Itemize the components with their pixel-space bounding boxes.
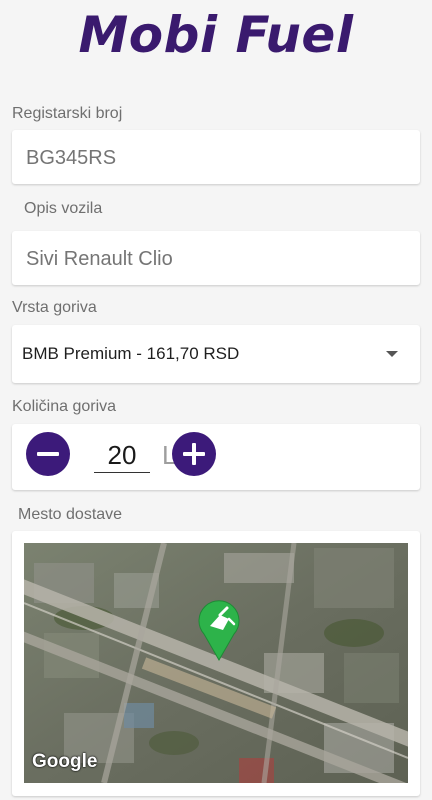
vehicle-description-card — [12, 231, 420, 287]
fuel-station-marker[interactable] — [196, 598, 242, 662]
fuel-quantity-label: Količina goriva — [12, 398, 117, 415]
registration-input[interactable] — [24, 130, 408, 186]
satellite-imagery — [24, 543, 408, 783]
delivery-map-card: Google — [12, 531, 420, 796]
decrease-quantity-button[interactable] — [26, 432, 70, 476]
app-title: Mobi Fuel — [78, 6, 354, 64]
fuel-quantity-card: 20 L — [12, 424, 420, 490]
increase-quantity-button[interactable] — [172, 432, 216, 476]
delivery-location-label: Mesto dostave — [18, 506, 123, 523]
registration-label: Registarski broj — [12, 105, 123, 122]
registration-field-card — [12, 130, 420, 186]
fuel-type-label: Vrsta goriva — [12, 299, 97, 316]
fuel-type-select[interactable]: BMB Premium - 161,70 RSD — [12, 325, 420, 383]
vehicle-description-input[interactable] — [24, 231, 408, 287]
plus-icon — [192, 443, 196, 465]
vehicle-description-label: Opis vozila — [24, 200, 103, 217]
google-attribution: Google — [32, 751, 98, 772]
quantity-value[interactable]: 20 — [94, 438, 150, 473]
minus-icon — [37, 452, 59, 456]
dropdown-arrow-icon — [386, 351, 398, 357]
delivery-map[interactable]: Google — [24, 543, 408, 783]
fuel-type-selected-value: BMB Premium - 161,70 RSD — [22, 344, 240, 363]
